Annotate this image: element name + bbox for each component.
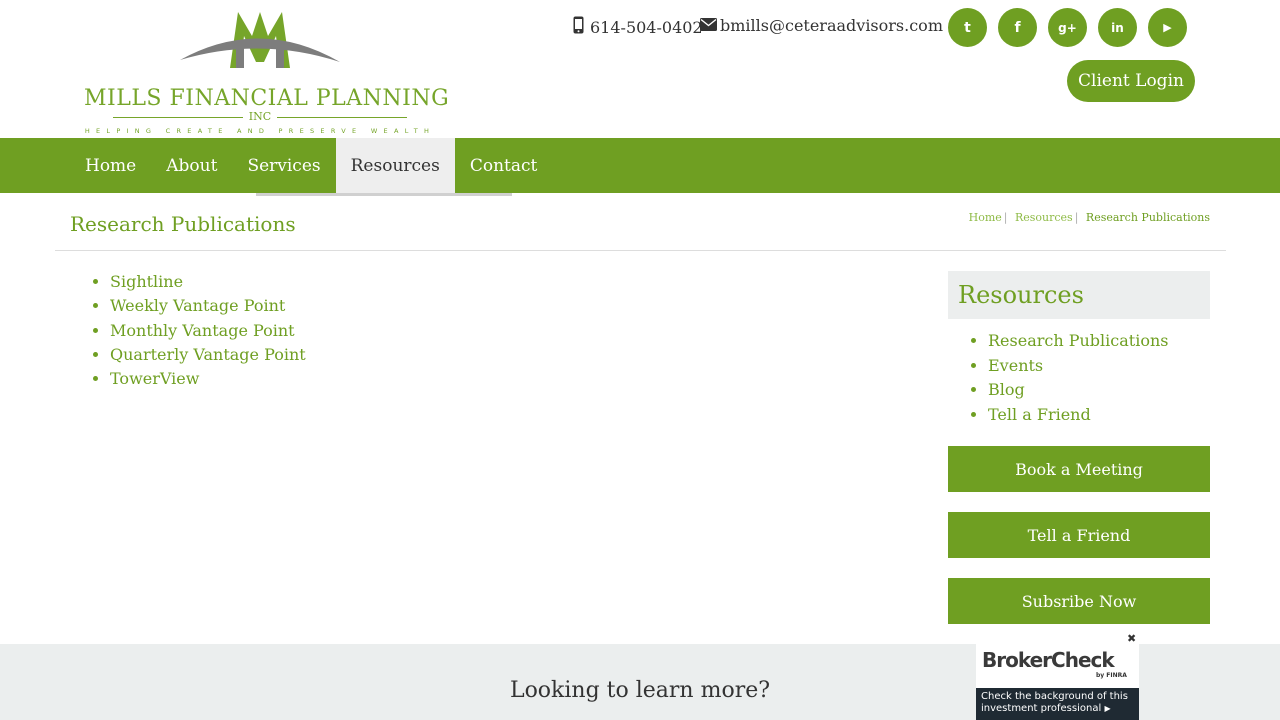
email-link[interactable]: bmills@ceteraadvisors.com xyxy=(700,16,943,35)
close-icon[interactable]: ✖ xyxy=(1127,633,1137,644)
facebook-icon[interactable]: f xyxy=(998,8,1037,47)
publication-link-monthly-vantage-point[interactable]: Monthly Vantage Point xyxy=(110,319,306,343)
title-divider xyxy=(55,250,1226,251)
nav-item-home[interactable]: Home xyxy=(70,138,151,193)
page-title: Research Publications xyxy=(70,212,296,236)
publication-link-weekly-vantage-point[interactable]: Weekly Vantage Point xyxy=(110,294,306,318)
site-header: MILLS FINANCIAL PLANNING INC HELPING CRE… xyxy=(0,0,1280,138)
sidebar-link-tell-a-friend[interactable]: Tell a Friend xyxy=(988,403,1210,428)
publication-link-towerview[interactable]: TowerView xyxy=(110,367,306,391)
sidebar-link-events[interactable]: Events xyxy=(988,354,1210,379)
mobile-phone-icon xyxy=(573,16,584,38)
brokercheck-logo: BrokerCheck xyxy=(982,648,1115,672)
nav-item-contact[interactable]: Contact xyxy=(455,138,553,193)
logo-m-mark-icon xyxy=(180,12,340,68)
breadcrumb: Home | Resources | Research Publications xyxy=(968,211,1210,224)
site-logo[interactable]: MILLS FINANCIAL PLANNING INC HELPING CRE… xyxy=(84,6,450,135)
breadcrumb-current: Research Publications xyxy=(1085,211,1210,224)
sidebar-links: Research Publications Events Blog Tell a… xyxy=(948,329,1210,427)
nav-item-resources[interactable]: Resources xyxy=(335,138,455,193)
book-meeting-button[interactable]: Book a Meeting xyxy=(948,446,1210,492)
google-plus-icon[interactable]: g+ xyxy=(1048,8,1087,47)
publication-link-quarterly-vantage-point[interactable]: Quarterly Vantage Point xyxy=(110,343,306,367)
breadcrumb-home[interactable]: Home xyxy=(969,211,1002,224)
nav-active-underline xyxy=(256,193,512,196)
sidebar-heading: Resources xyxy=(948,271,1210,319)
sidebar-link-research-publications[interactable]: Research Publications xyxy=(988,329,1210,354)
twitter-icon[interactable]: t xyxy=(948,8,987,47)
brokercheck-line-2: investment professional ▶ xyxy=(981,703,1111,714)
nav-item-about[interactable]: About xyxy=(151,138,232,193)
phone-number: 614-504-0402 xyxy=(590,17,703,37)
breadcrumb-resources[interactable]: Resources xyxy=(1015,211,1073,224)
brokercheck-widget[interactable]: BrokerCheck by FINRA Check the backgroun… xyxy=(976,642,1139,720)
youtube-icon[interactable]: ▶ xyxy=(1148,8,1187,47)
brokercheck-finra: by FINRA xyxy=(1096,672,1127,679)
brokercheck-line-1: Check the background of this xyxy=(981,691,1128,702)
logo-inc: INC xyxy=(84,110,436,123)
sidebar-link-blog[interactable]: Blog xyxy=(988,378,1210,403)
publication-link-sightline[interactable]: Sightline xyxy=(110,270,306,294)
envelope-icon xyxy=(700,16,717,35)
logo-name: MILLS FINANCIAL PLANNING xyxy=(84,86,450,111)
brokercheck-caption: Check the background of this investment … xyxy=(976,688,1139,720)
logo-tagline: HELPING CREATE AND PRESERVE WEALTH xyxy=(84,127,436,135)
sidebar: Resources Research Publications Events B… xyxy=(948,271,1210,624)
subscribe-button[interactable]: Subsribe Now xyxy=(948,578,1210,624)
publication-list: Sightline Weekly Vantage Point Monthly V… xyxy=(110,270,306,391)
email-address: bmills@ceteraadvisors.com xyxy=(720,16,943,35)
social-links: t f g+ in ▶ xyxy=(948,8,1187,47)
main-nav: Home About Services Resources Contact xyxy=(0,138,1280,193)
linkedin-icon[interactable]: in xyxy=(1098,8,1137,47)
client-login-button[interactable]: Client Login xyxy=(1067,60,1195,102)
phone-link[interactable]: 614-504-0402 xyxy=(573,16,703,38)
nav-item-services[interactable]: Services xyxy=(232,138,335,193)
tell-a-friend-button[interactable]: Tell a Friend xyxy=(948,512,1210,558)
caret-right-icon: ▶ xyxy=(1104,704,1111,713)
